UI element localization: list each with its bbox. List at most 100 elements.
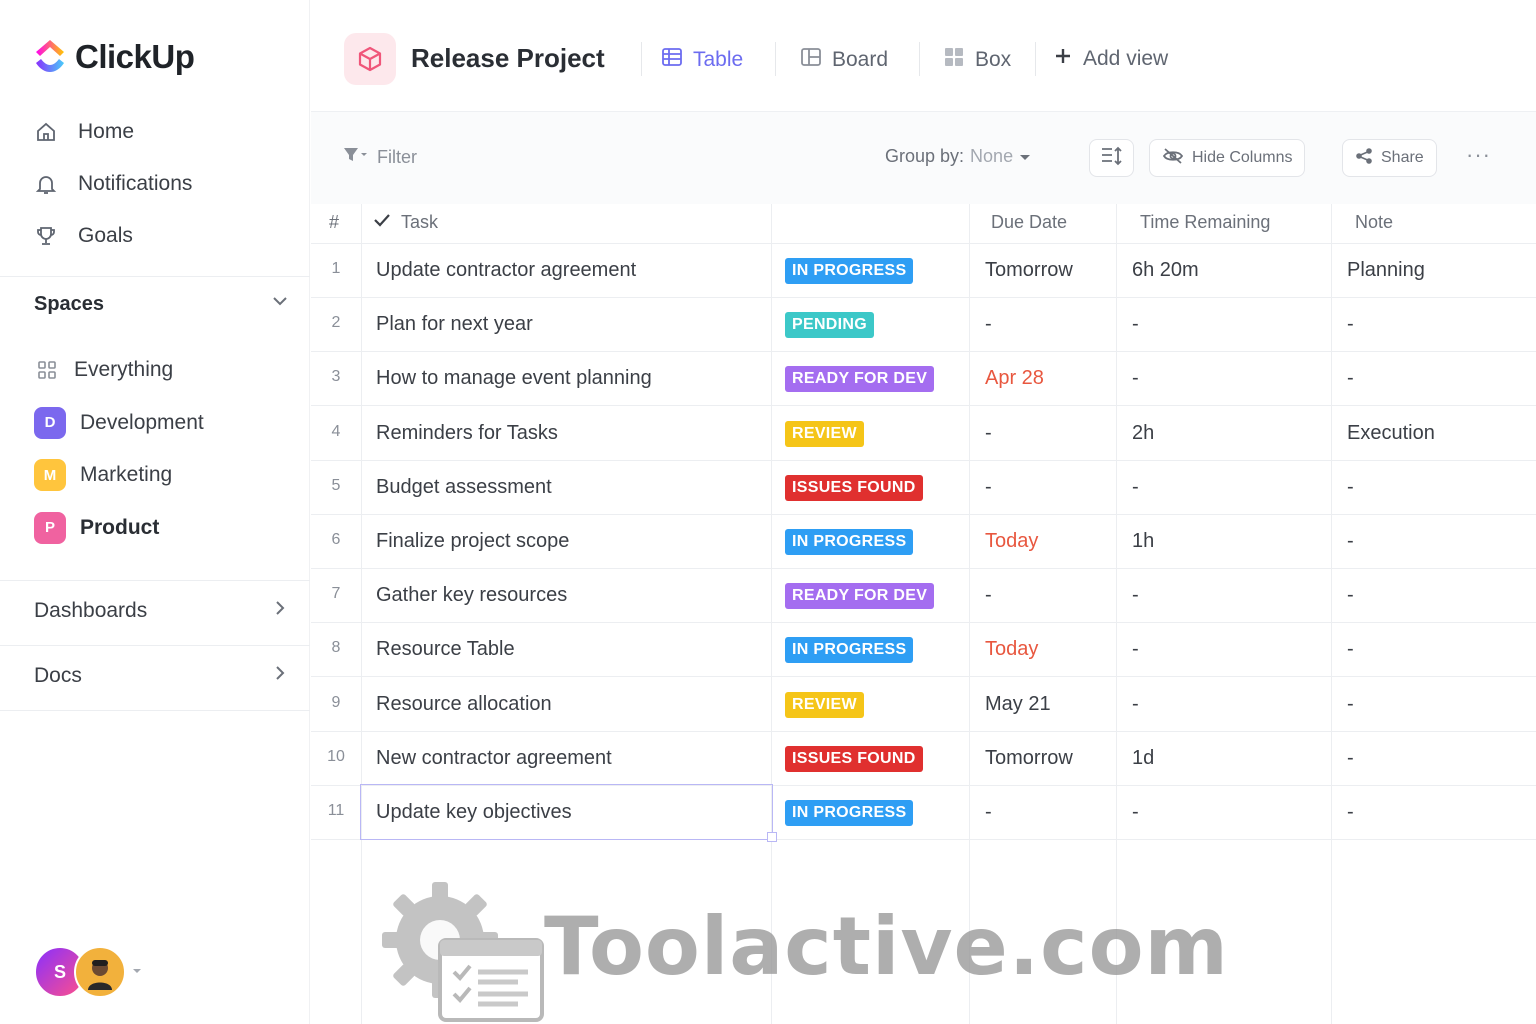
due-date[interactable]: - <box>985 422 992 445</box>
space-development[interactable]: D Development <box>34 397 204 450</box>
clickup-logo[interactable]: ClickUp <box>33 38 195 76</box>
note[interactable]: - <box>1347 747 1354 770</box>
tab-board[interactable]: Board <box>800 46 888 74</box>
tab-table[interactable]: Table <box>661 46 743 74</box>
task-name[interactable]: Plan for next year <box>376 313 533 336</box>
share-button[interactable]: Share <box>1342 139 1437 177</box>
task-name[interactable]: Resource allocation <box>376 693 552 716</box>
space-everything[interactable]: Everything <box>34 344 204 397</box>
time-remaining[interactable]: - <box>1132 801 1139 824</box>
note[interactable]: - <box>1347 313 1354 336</box>
time-remaining[interactable]: - <box>1132 313 1139 336</box>
time-remaining[interactable]: - <box>1132 584 1139 607</box>
note[interactable]: - <box>1347 367 1354 390</box>
add-view-button[interactable]: Add view <box>1053 46 1168 72</box>
filter-button[interactable]: Filter <box>343 146 417 169</box>
time-remaining[interactable]: 6h 20m <box>1132 259 1199 282</box>
group-by-dropdown[interactable]: Group by: None <box>885 146 1031 167</box>
task-name[interactable]: Update key objectives <box>376 801 572 824</box>
header-task[interactable]: Task <box>373 212 438 233</box>
time-remaining[interactable]: - <box>1132 367 1139 390</box>
due-date[interactable]: - <box>985 313 992 336</box>
status-badge[interactable]: IN PROGRESS <box>785 800 914 826</box>
board-icon <box>800 46 822 74</box>
task-name[interactable]: Update contractor agreement <box>376 259 636 282</box>
time-remaining[interactable]: 2h <box>1132 422 1154 445</box>
note[interactable]: - <box>1347 584 1354 607</box>
table-row[interactable]: 10 New contractor agreement ISSUES FOUND To… <box>311 732 1536 786</box>
note[interactable]: Planning <box>1347 259 1425 282</box>
space-product[interactable]: P Product <box>34 502 204 555</box>
avatar-photo[interactable] <box>74 946 126 998</box>
note[interactable]: - <box>1347 801 1354 824</box>
space-marketing[interactable]: M Marketing <box>34 449 204 502</box>
header-note[interactable]: Note <box>1355 212 1393 233</box>
resize-handle[interactable] <box>767 832 777 842</box>
nav-notifications[interactable]: Notifications <box>34 158 192 210</box>
due-date[interactable]: Apr 28 <box>985 367 1044 390</box>
time-remaining[interactable]: - <box>1132 638 1139 661</box>
nav-goals[interactable]: Goals <box>34 210 192 262</box>
time-remaining[interactable]: - <box>1132 693 1139 716</box>
chevron-down-icon[interactable] <box>132 963 142 981</box>
table-row[interactable]: 7 Gather key resources READY FOR DEV - - - <box>311 569 1536 624</box>
dashboards-section[interactable]: Dashboards <box>34 599 289 623</box>
note[interactable]: - <box>1347 638 1354 661</box>
note[interactable]: - <box>1347 693 1354 716</box>
table-row[interactable]: 9 Resource allocation REVIEW May 21 - - <box>311 678 1536 732</box>
status-badge[interactable]: ISSUES FOUND <box>785 745 923 772</box>
table-row[interactable]: 2 Plan for next year PENDING - - - <box>311 298 1536 353</box>
note[interactable]: - <box>1347 530 1354 553</box>
header-time-remaining[interactable]: Time Remaining <box>1140 212 1270 233</box>
watermark: Toolactive.com <box>378 878 1228 1024</box>
docs-section[interactable]: Docs <box>34 664 289 688</box>
time-remaining[interactable]: 1h <box>1132 530 1154 553</box>
time-remaining[interactable]: - <box>1132 476 1139 499</box>
status-badge[interactable]: IN PROGRESS <box>785 637 914 664</box>
due-date[interactable]: - <box>985 801 992 824</box>
task-name[interactable]: Gather key resources <box>376 584 567 607</box>
table-row[interactable]: 8 Resource Table IN PROGRESS Today - - <box>311 623 1536 678</box>
due-date[interactable]: Today <box>985 638 1038 661</box>
due-date[interactable]: - <box>985 476 992 499</box>
due-date[interactable]: Tomorrow <box>985 747 1073 770</box>
status-badge[interactable]: READY FOR DEV <box>785 366 935 393</box>
task-name[interactable]: Finalize project scope <box>376 530 569 553</box>
task-name[interactable]: Budget assessment <box>376 476 552 499</box>
spaces-header[interactable]: Spaces <box>34 292 289 316</box>
status-badge[interactable]: IN PROGRESS <box>785 258 914 284</box>
time-remaining[interactable]: 1d <box>1132 747 1154 770</box>
tab-box[interactable]: Box <box>943 46 1011 74</box>
table-row[interactable]: 3 How to manage event planning READY FOR D… <box>311 352 1536 407</box>
task-name[interactable]: Reminders for Tasks <box>376 422 558 445</box>
status-badge[interactable]: REVIEW <box>785 691 864 718</box>
status-badge[interactable]: PENDING <box>785 312 874 339</box>
table-row[interactable]: 5 Budget assessment ISSUES FOUND - - - <box>311 461 1536 515</box>
nav-notifications-label: Notifications <box>78 172 193 195</box>
space-everything-label: Everything <box>74 358 174 382</box>
task-name[interactable]: Resource Table <box>376 638 515 661</box>
status-badge[interactable]: IN PROGRESS <box>785 529 914 555</box>
due-date[interactable]: Today <box>985 530 1038 553</box>
status-badge[interactable]: REVIEW <box>785 420 864 447</box>
chevron-down-icon[interactable] <box>271 292 289 316</box>
task-name[interactable]: How to manage event planning <box>376 367 652 390</box>
table-row[interactable]: 4 Reminders for Tasks REVIEW - 2h Execution <box>311 407 1536 461</box>
more-options-icon[interactable]: ··· <box>1466 142 1491 168</box>
user-avatars[interactable]: S <box>34 946 142 998</box>
sort-button[interactable] <box>1089 139 1134 177</box>
note[interactable]: Execution <box>1347 422 1435 445</box>
status-badge[interactable]: ISSUES FOUND <box>785 474 923 501</box>
table-row[interactable]: 1 Update contractor agreement IN PROGRESS T… <box>311 244 1536 298</box>
due-date[interactable]: Tomorrow <box>985 259 1073 282</box>
status-badge[interactable]: READY FOR DEV <box>785 583 935 610</box>
due-date[interactable]: - <box>985 584 992 607</box>
nav-home[interactable]: Home <box>34 106 192 158</box>
table-row[interactable]: 6 Finalize project scope IN PROGRESS Today 1… <box>311 515 1536 569</box>
note[interactable]: - <box>1347 476 1354 499</box>
table-row[interactable]: 11 Update key objectives IN PROGRESS - - - <box>311 784 1536 842</box>
due-date[interactable]: May 21 <box>985 693 1051 716</box>
header-due-date[interactable]: Due Date <box>991 212 1067 233</box>
hide-columns-button[interactable]: Hide Columns <box>1149 139 1306 177</box>
task-name[interactable]: New contractor agreement <box>376 747 612 770</box>
